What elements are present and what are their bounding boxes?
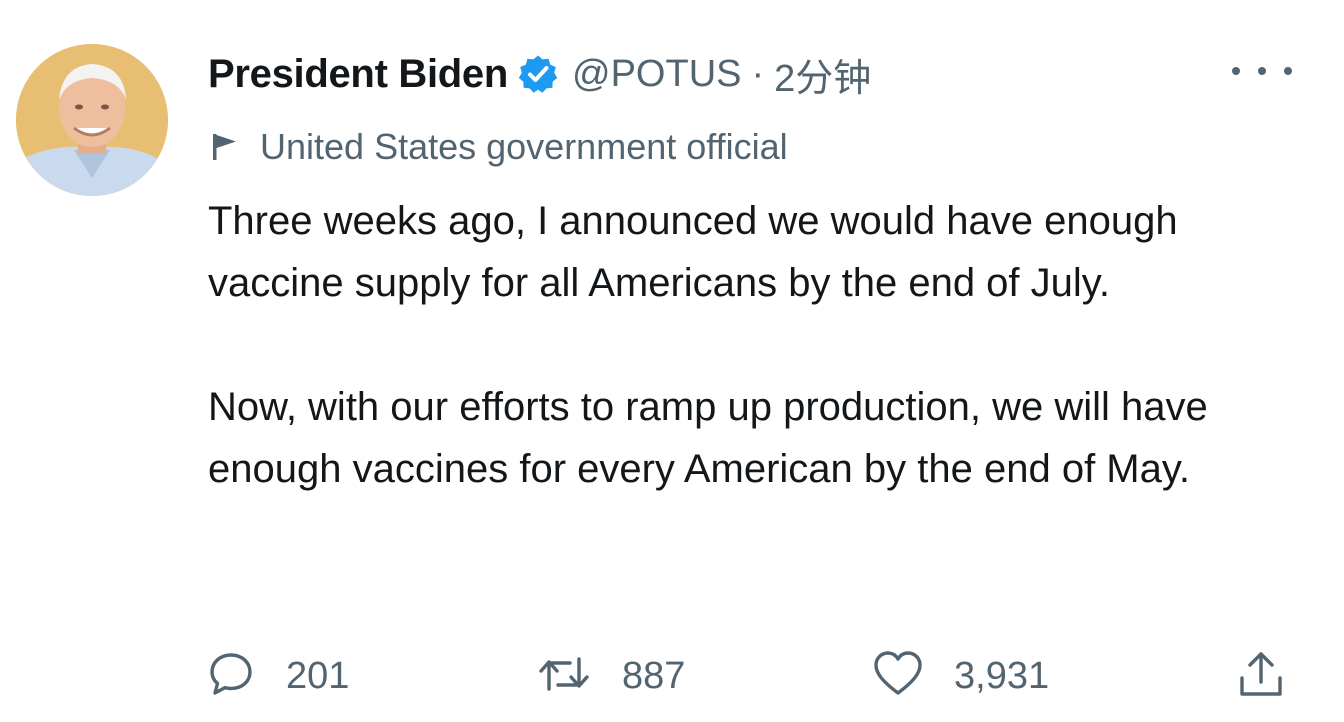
- more-dot: [1284, 67, 1292, 75]
- heart-icon: [872, 649, 924, 704]
- flag-icon: [210, 132, 240, 162]
- tweet-paragraph: Three weeks ago, I announced we would ha…: [208, 199, 1178, 305]
- more-dots-icon[interactable]: [1232, 56, 1292, 86]
- display-name[interactable]: President Biden: [208, 52, 508, 97]
- reply-bubble-icon: [206, 649, 256, 704]
- government-label-text: United States government official: [260, 126, 788, 167]
- more-dot: [1258, 67, 1266, 75]
- government-label[interactable]: United States government official: [210, 124, 788, 170]
- share-icon: [1236, 648, 1286, 705]
- separator-dot: ·: [751, 52, 765, 95]
- tweet-card: President Biden @POTUS · 2分钟 United Stat…: [0, 0, 1344, 722]
- tweet-timestamp[interactable]: 2分钟: [774, 47, 871, 102]
- tweet-header: President Biden @POTUS · 2分钟: [208, 46, 871, 102]
- retweet-button[interactable]: 887: [536, 648, 685, 704]
- share-button[interactable]: [1236, 648, 1286, 704]
- avatar-portrait-icon: [16, 44, 168, 196]
- more-dot: [1232, 67, 1240, 75]
- user-handle[interactable]: @POTUS: [572, 53, 741, 96]
- retweet-icon: [536, 649, 592, 704]
- tweet-text: Three weeks ago, I announced we would ha…: [208, 190, 1288, 500]
- retweet-count: 887: [622, 654, 686, 697]
- tweet-actions: 201 887 3,931: [206, 648, 1296, 704]
- tweet-paragraph: Now, with our efforts to ramp up product…: [208, 385, 1208, 491]
- reply-count: 201: [286, 654, 350, 697]
- reply-button[interactable]: 201: [206, 648, 349, 704]
- like-button[interactable]: 3,931: [872, 648, 1049, 704]
- verified-badge-icon: [518, 54, 558, 94]
- avatar[interactable]: [16, 44, 168, 196]
- like-count: 3,931: [954, 654, 1050, 697]
